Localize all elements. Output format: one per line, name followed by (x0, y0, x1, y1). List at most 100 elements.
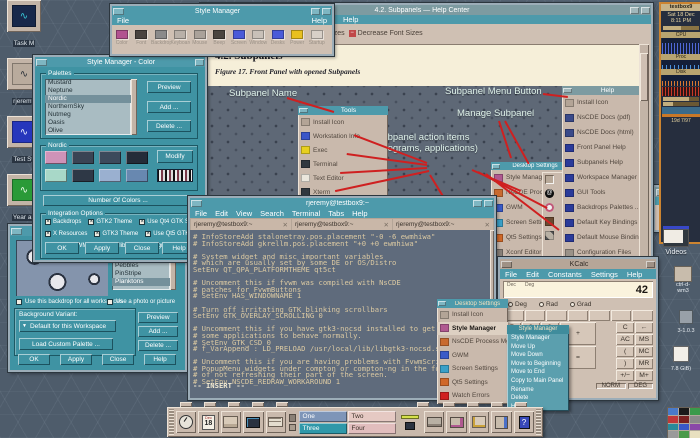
angle-radio[interactable]: Rad (539, 301, 558, 308)
kcalc-button[interactable]: ← (635, 322, 653, 333)
kcalc-menu-item[interactable]: Settings (591, 270, 618, 279)
apply-button[interactable]: Apply (85, 242, 119, 254)
subpanel-titlebar[interactable]: Desktop Settings (437, 299, 508, 308)
close-icon[interactable]: ✕ (283, 221, 288, 229)
kcalc-button[interactable]: MS (635, 334, 653, 345)
load-custom-palette-button[interactable]: Load Custom Palette ... (19, 338, 113, 350)
color-swatch[interactable] (45, 169, 67, 182)
delete-button[interactable]: Delete ... (138, 340, 178, 351)
popup-menu-item[interactable]: Rename (507, 386, 569, 395)
popup-menu-item[interactable]: Move Up (507, 343, 569, 352)
system-monitor-hostname[interactable]: testbox9 (661, 4, 700, 11)
minimize-icon[interactable] (311, 8, 320, 15)
kcalc-button[interactable]: MR (635, 358, 653, 369)
tray-icon[interactable] (668, 408, 678, 415)
terminal-tab[interactable]: rjeremy@testbox9:~✕ (292, 219, 392, 230)
minimize-icon[interactable] (473, 200, 482, 207)
list-item[interactable]: NorthernSky (45, 103, 131, 111)
backdrop-list[interactable]: PebblesPinStripePlanktons (112, 262, 170, 290)
tray-icon[interactable] (679, 408, 689, 415)
maximize-icon[interactable] (484, 200, 493, 207)
minimize-icon[interactable] (630, 7, 639, 14)
help-scrollbar-thumb[interactable] (640, 53, 648, 101)
kcalc-button[interactable] (632, 310, 653, 321)
lock-icon[interactable] (289, 414, 296, 422)
preview-button[interactable]: Preview (147, 81, 191, 93)
color-swatch[interactable] (72, 151, 94, 164)
style-tool-button[interactable]: Window (249, 30, 269, 46)
backdrop-list-scrollbar[interactable] (170, 262, 176, 290)
color-swatch[interactable] (99, 169, 121, 182)
kcalc-menu-item[interactable]: File (505, 270, 517, 279)
exit-icon[interactable] (289, 424, 296, 431)
tray-icon[interactable] (679, 424, 689, 431)
workspace-button[interactable]: Four (348, 423, 396, 434)
add-button[interactable]: Add ... (138, 326, 178, 337)
variant-dropdown[interactable]: ▼Default for this Workspace (19, 320, 116, 332)
kcalc-menu-item[interactable]: Edit (526, 270, 539, 279)
style-tool-button[interactable]: Beep (210, 30, 230, 46)
terminal-titlebar[interactable]: rjeremy@testbox9:~ (190, 198, 494, 208)
tray-icon[interactable] (690, 431, 700, 438)
minimize-icon[interactable] (646, 261, 655, 268)
angle-radio[interactable]: Deg (508, 301, 527, 308)
kcalc-button[interactable]: ) (616, 358, 634, 369)
palettes-scrollbar[interactable] (131, 79, 137, 135)
style-tool-button[interactable]: Color (112, 30, 132, 46)
angle-radio[interactable]: Grad (570, 301, 591, 308)
color-swatch[interactable] (72, 169, 94, 182)
desktop-icon-partial-3[interactable]: 7.8 GiB) (664, 346, 698, 372)
close-button[interactable]: Close (125, 242, 159, 254)
file-cabinet-button[interactable] (491, 411, 512, 433)
style-tool-button[interactable]: Font (132, 30, 152, 46)
kcalc-button[interactable] (589, 310, 610, 321)
kcalc-button[interactable] (525, 310, 546, 321)
workspace-button[interactable]: One (299, 411, 347, 422)
file-manager-button[interactable] (221, 411, 242, 433)
kcalc-button[interactable]: ( (616, 346, 634, 357)
terminal-menu-item[interactable]: Help (352, 209, 367, 218)
list-item[interactable]: Mustard (45, 79, 131, 87)
striped-swatch[interactable] (157, 169, 193, 182)
kcalc-button[interactable]: +/− (616, 370, 634, 381)
terminal-menu-item[interactable]: View (236, 209, 252, 218)
window-menu-icon[interactable] (501, 261, 512, 268)
subpanel-item[interactable]: Qt5 Settings (437, 376, 508, 390)
maximize-icon[interactable] (322, 8, 331, 15)
popup-menu-item[interactable]: Move to End (507, 368, 569, 377)
style-tool-button[interactable]: Keyboard (171, 30, 191, 46)
ok-button[interactable]: OK (45, 242, 79, 254)
applications-button[interactable] (469, 411, 490, 433)
kcalc-button[interactable] (611, 310, 632, 321)
terminal-tab[interactable]: rjeremy@testbox9:~✕ (393, 219, 493, 230)
tray-icon[interactable] (668, 416, 678, 423)
mail-button[interactable] (266, 411, 287, 433)
kcalc-button[interactable]: M+ (635, 370, 653, 381)
number-of-colors-button[interactable]: Number Of Colors ... (43, 195, 193, 206)
apply-button[interactable]: Apply (60, 354, 92, 365)
subpanel-item[interactable]: Screen Settings (437, 362, 508, 376)
tray-icon[interactable] (690, 424, 700, 431)
terminal-menu-item[interactable]: Edit (215, 209, 228, 218)
panel-handle[interactable] (169, 409, 174, 435)
kcalc-menu-item[interactable]: Help (627, 270, 642, 279)
menu-help[interactable]: Help (343, 15, 358, 24)
palettes-list[interactable]: MustardNeptuneNordicNorthernSkyNutmegOas… (45, 79, 131, 135)
window-menu-icon[interactable] (191, 200, 202, 207)
popup-menu-item[interactable]: Move to Beginning (507, 360, 569, 369)
kcalc-button[interactable]: MC (635, 346, 653, 357)
list-item[interactable]: Neptune (45, 87, 131, 95)
style-tool-button[interactable]: Power (288, 30, 308, 46)
subpanel-item[interactable]: Install Icon (437, 308, 508, 322)
modify-button[interactable]: Modify (157, 150, 193, 163)
desktop-icon[interactable]: ∿ Task M (2, 0, 46, 50)
style-tool-button[interactable]: Startup (307, 30, 327, 46)
tray-icon[interactable] (690, 408, 700, 415)
popup-menu-item[interactable]: Copy to Main Panel (507, 377, 569, 386)
desktop-icon-partial-2[interactable]: 3-1.0.3 (672, 310, 700, 334)
menu-file[interactable]: File (117, 16, 129, 25)
style-tool-button[interactable]: Mouse (190, 30, 210, 46)
menu-help[interactable]: Help (312, 16, 327, 25)
kcalc-titlebar[interactable]: KCalc (500, 259, 656, 269)
kcalc-button[interactable] (568, 310, 589, 321)
